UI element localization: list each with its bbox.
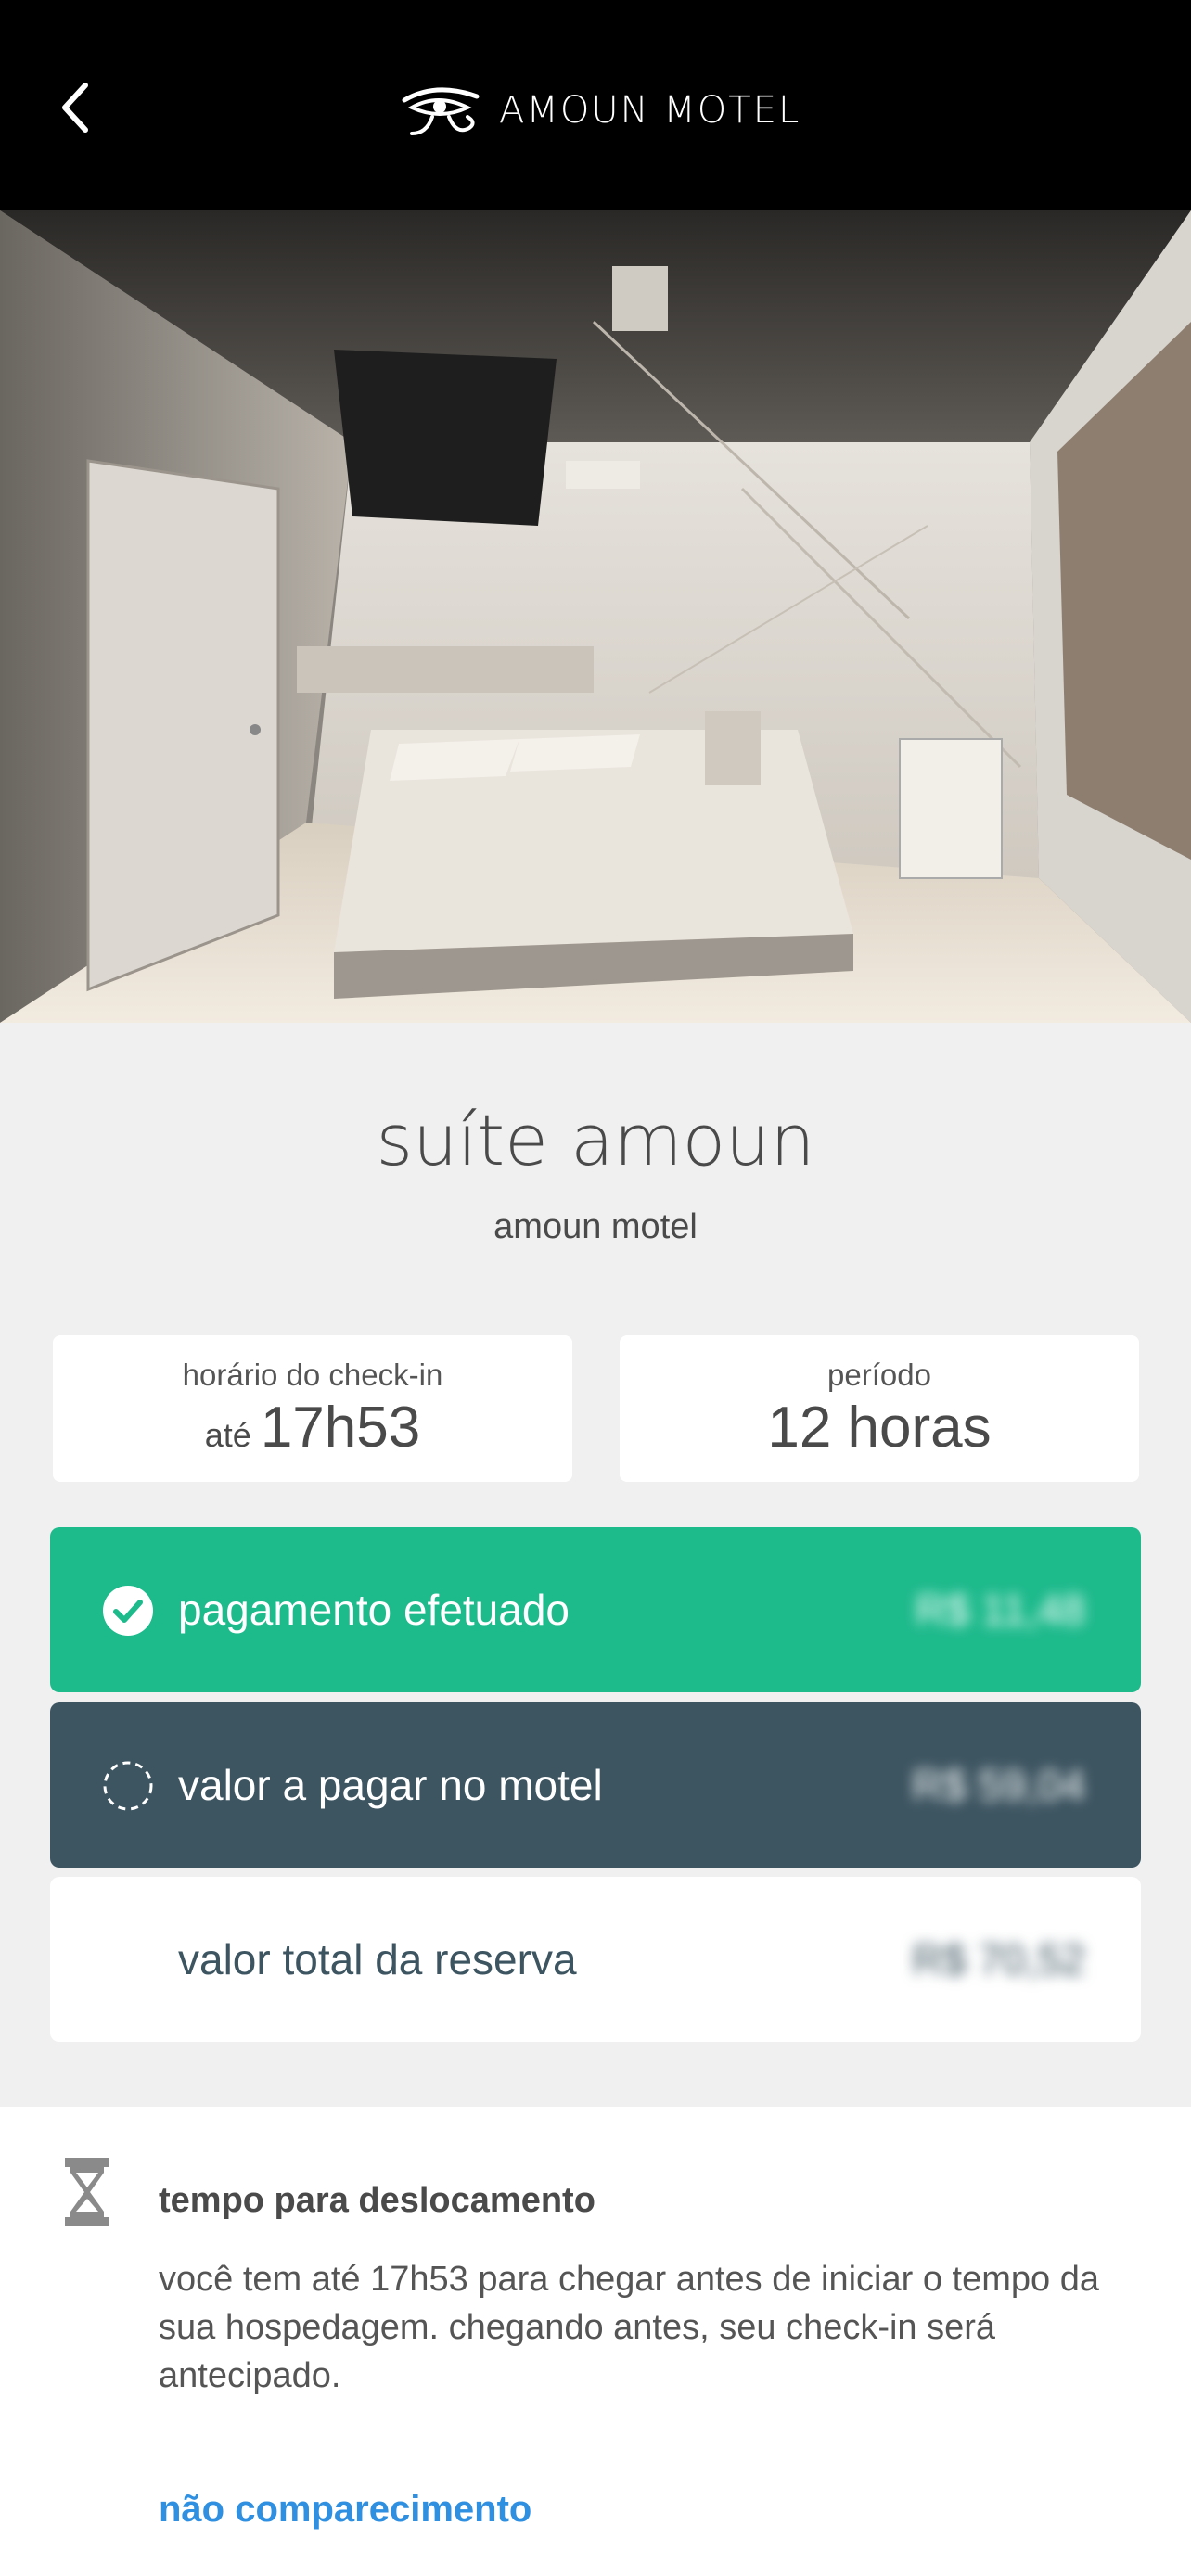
- top-bar: AMOUN MOTEL: [0, 0, 1191, 210]
- checkin-value: até 17h53: [53, 1395, 572, 1460]
- travel-time-body: você tem até 17h53 para chegar antes de …: [159, 2260, 1099, 2395]
- suite-room-image: [0, 210, 1191, 1023]
- back-button[interactable]: [52, 78, 104, 137]
- reservation-total-amount: R$ 70,52: [912, 1935, 1085, 1983]
- payment-done-amount: R$ 11,48: [915, 1586, 1085, 1634]
- period-label: período: [827, 1358, 931, 1392]
- checkin-prefix: até: [204, 1416, 251, 1454]
- suite-photo: [0, 210, 1191, 1023]
- eye-of-horus-icon: [402, 87, 480, 135]
- reservation-total-label: valor total da reserva: [178, 1935, 577, 1983]
- motel-name: amoun motel: [493, 1207, 698, 1246]
- travel-time-title: tempo para deslocamento: [159, 2181, 596, 2220]
- no-show-link[interactable]: não comparecimento: [159, 2489, 531, 2531]
- payment-done-label: pagamento efetuado: [178, 1586, 570, 1634]
- logo-text: AMOUN MOTEL: [499, 89, 801, 132]
- payment-due-row: valor a pagar no motel R$ 59,04: [50, 1702, 1141, 1868]
- period-card: período 12 horas: [620, 1335, 1139, 1482]
- check-circle-icon: [103, 1586, 153, 1636]
- checkin-label: horário do check-in: [182, 1358, 443, 1392]
- suite-title: suíte amoun: [376, 1099, 815, 1181]
- period-value: 12 horas: [767, 1396, 992, 1460]
- reservation-total-row: valor total da reserva R$ 70,52: [50, 1877, 1141, 2042]
- checkin-time: 17h53: [260, 1396, 421, 1460]
- payment-done-row: pagamento efetuado R$ 11,48: [50, 1527, 1141, 1692]
- payment-due-label: valor a pagar no motel: [178, 1761, 603, 1809]
- motel-logo: AMOUN MOTEL: [399, 78, 800, 143]
- checkin-card: horário do check-in até 17h53: [53, 1335, 572, 1482]
- dashed-circle-icon: [103, 1761, 153, 1811]
- chevron-left-icon: [62, 83, 88, 133]
- hourglass-icon: [65, 2158, 109, 2226]
- payment-due-amount: R$ 59,04: [912, 1761, 1085, 1809]
